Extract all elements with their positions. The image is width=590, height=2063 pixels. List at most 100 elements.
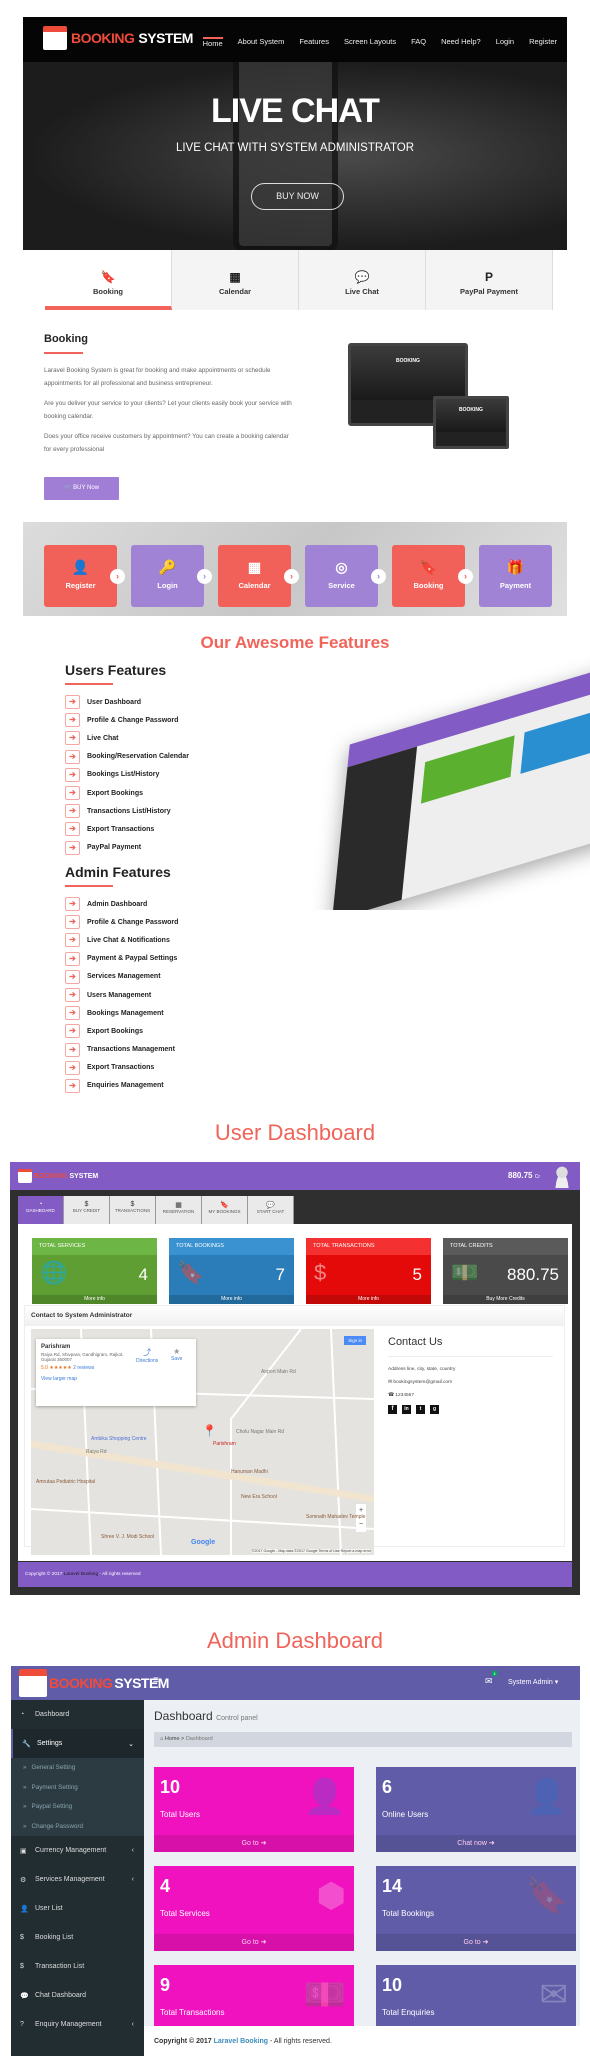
sidebar-item-enquiry-management[interactable]: ? Enquiry Management ‹	[11, 2010, 144, 2039]
feature-label: Payment & Paypal Settings	[87, 955, 178, 963]
chevron-left-icon: ‹	[131, 1847, 134, 1855]
facebook-icon[interactable]: f	[388, 1405, 397, 1414]
box-footer-link[interactable]: Go to ➜	[154, 1934, 354, 1951]
logo-calendar-icon	[43, 26, 67, 50]
phone-image	[233, 62, 338, 250]
stat-box: 🔖 14 Total Bookings Go to ➜	[376, 1866, 576, 1951]
cogs-icon: ⚙	[20, 1876, 27, 1884]
card-footer-link[interactable]: More info	[32, 1295, 157, 1304]
hero-buy-now-button[interactable]: BUY NOW	[251, 183, 344, 210]
user-tab-buy-credit[interactable]: $ BUY CREDIT	[64, 1196, 110, 1224]
chevron-right-icon: ›	[110, 569, 125, 584]
user-avatar[interactable]	[552, 1164, 572, 1188]
feature-item: ➔ Export Transactions	[65, 820, 189, 838]
footer-link[interactable]: Laravel Booking	[214, 2038, 268, 2045]
sidebar-item-dashboard[interactable]: ◔ Dashboard	[11, 1700, 144, 1729]
sidebar-item-booking-list[interactable]: $ Booking List	[11, 1923, 144, 1952]
admin-sidebar: ◔ Dashboard 🔧 Settings ⌄» General Setting» P…	[11, 1700, 144, 2056]
sidebar-label: Chat Dashboard	[35, 1992, 86, 2000]
save-button[interactable]: ★ Save	[171, 1347, 182, 1362]
sidebar-item-currency-management[interactable]: ▣ Currency Management ‹	[11, 1836, 144, 1865]
admin-logo[interactable]: BOOKING SYSTEM	[19, 1669, 169, 1697]
tab-calendar[interactable]: ▦ Calendar	[172, 250, 299, 310]
step-booking[interactable]: 🔖 Booking ›	[392, 545, 473, 607]
feature-item: ➔ Export Bookings	[65, 1022, 178, 1040]
map-label: Raiya Rd	[86, 1449, 107, 1455]
step-payment[interactable]: 🎁 Payment	[479, 545, 552, 607]
user-tab-reservation[interactable]: ▦ RESERVATION	[156, 1196, 202, 1224]
breadcrumb-home[interactable]: Home	[165, 1736, 180, 1742]
directions-button[interactable]: ⤴ Directions	[136, 1347, 158, 1364]
stat-box: 👤 10 Total Users Go to ➜	[154, 1767, 354, 1852]
nav-item[interactable]: FAQ	[411, 37, 426, 48]
key-icon: 🔑	[158, 559, 177, 575]
admin-features-title: Admin Features	[65, 864, 171, 880]
sidebar-subitem[interactable]: » Payment Setting	[11, 1777, 144, 1798]
menu-toggle-icon[interactable]: ≡	[153, 1675, 159, 1686]
user-tab-dashboard[interactable]: ◔ DASHBOARD	[18, 1196, 64, 1224]
bookmark-icon: 🔖	[419, 559, 438, 575]
envelope-icon[interactable]: ✉ 4	[485, 1671, 497, 1687]
nav-item[interactable]: Screen Layouts	[344, 37, 396, 48]
step-register[interactable]: 👤 Register ›	[44, 545, 125, 607]
google-map[interactable]: Parishram Raiya Rd, Shivpara, Gandhigram…	[31, 1329, 374, 1555]
buy-now-button[interactable]: 🛒 BUY Now	[44, 477, 119, 500]
map-place-card: Parishram Raiya Rd, Shivpara, Gandhigram…	[36, 1339, 196, 1406]
chevron-right-icon: ›	[458, 569, 473, 584]
user-tab-start-chat[interactable]: 💬 START CHAT	[248, 1196, 294, 1224]
arrow-right-icon: ➔	[65, 969, 80, 984]
tab-live-chat[interactable]: 💬 Live Chat	[299, 250, 426, 310]
sidebar-subitem[interactable]: » General Setting	[11, 1758, 144, 1778]
footer-label: Chat now	[457, 1840, 487, 1847]
box-footer-link[interactable]: Chat now ➜	[376, 1835, 576, 1852]
nav-item[interactable]: About System	[238, 37, 285, 48]
card-footer-link[interactable]: Buy More Credits	[443, 1295, 568, 1304]
google-plus-icon[interactable]: g	[430, 1405, 439, 1414]
nav-item[interactable]: Home	[202, 37, 223, 48]
nav-item[interactable]: Login	[496, 37, 514, 48]
sidebar-item-user-list[interactable]: 👤 User List	[11, 1894, 144, 1923]
brand-logo[interactable]: BOOKING SYSTEM	[43, 26, 193, 50]
arrow-right-icon: ➔	[65, 988, 80, 1003]
user-tab-my-bookings[interactable]: 🔖 MY BOOKINGS	[202, 1196, 248, 1224]
tab-booking[interactable]: 🔖 Booking	[45, 250, 172, 310]
map-pin-icon: 📍	[202, 1424, 217, 1438]
user-menu-dropdown[interactable]: System Admin ▾	[508, 1678, 558, 1686]
feature-item: ➔ Transactions List/History	[65, 802, 189, 820]
footer-link[interactable]: Laravel Booking	[64, 1572, 98, 1577]
bookmark-icon: 🔖	[525, 1877, 568, 1915]
sidebar-subitem[interactable]: » Change Password	[11, 1816, 144, 1837]
arrow-right-icon: ➔	[65, 951, 80, 966]
step-label: Booking	[413, 581, 444, 590]
nav-item[interactable]: Register	[529, 37, 557, 48]
map-sign-in-button[interactable]: Sign in	[344, 1336, 366, 1345]
logo-text-booking: BOOKING	[71, 30, 135, 46]
card-value: 7	[275, 1265, 285, 1284]
step-login[interactable]: 🔑 Login ›	[131, 545, 212, 607]
feature-label: Services Management	[87, 973, 161, 981]
user-tab-transactions[interactable]: $ TRANSACTIONS	[110, 1196, 156, 1224]
tab-label: MY BOOKINGS	[208, 1209, 241, 1214]
nav-item[interactable]: Need Help?	[441, 37, 481, 48]
tab-label: Live Chat	[345, 287, 379, 296]
view-larger-map-link[interactable]: View larger map	[41, 1376, 191, 1382]
reviews-link[interactable]: 2 reviews	[73, 1365, 94, 1371]
card-body: 🌐 4	[32, 1255, 157, 1295]
box-footer-link[interactable]: Go to ➜	[376, 1934, 576, 1951]
nav-item[interactable]: Features	[299, 37, 329, 48]
linkedin-icon[interactable]: in	[402, 1405, 411, 1414]
sidebar-item-settings[interactable]: 🔧 Settings ⌄	[11, 1729, 144, 1758]
tab-paypal-payment[interactable]: P PayPal Payment	[426, 250, 553, 310]
step-calendar[interactable]: ▦ Calendar ›	[218, 545, 299, 607]
step-service[interactable]: ◎ Service ›	[305, 545, 386, 607]
sidebar-subitem[interactable]: » Paypal Setting	[11, 1797, 144, 1817]
sidebar-item-services-management[interactable]: ⚙ Services Management ‹	[11, 1865, 144, 1894]
twitter-icon[interactable]: t	[416, 1405, 425, 1414]
box-footer-link[interactable]: Go to ➜	[154, 1835, 354, 1852]
credits-unit: Cr	[534, 1174, 540, 1180]
sidebar-item-transaction-list[interactable]: $ Transaction List	[11, 1952, 144, 1981]
sidebar-item-chat-dashboard[interactable]: 💬 Chat Dashboard	[11, 1981, 144, 2010]
card-footer-link[interactable]: More info	[169, 1295, 294, 1304]
card-footer-link[interactable]: More info	[306, 1295, 431, 1304]
map-label: Ambika Shopping Centre	[91, 1436, 147, 1442]
